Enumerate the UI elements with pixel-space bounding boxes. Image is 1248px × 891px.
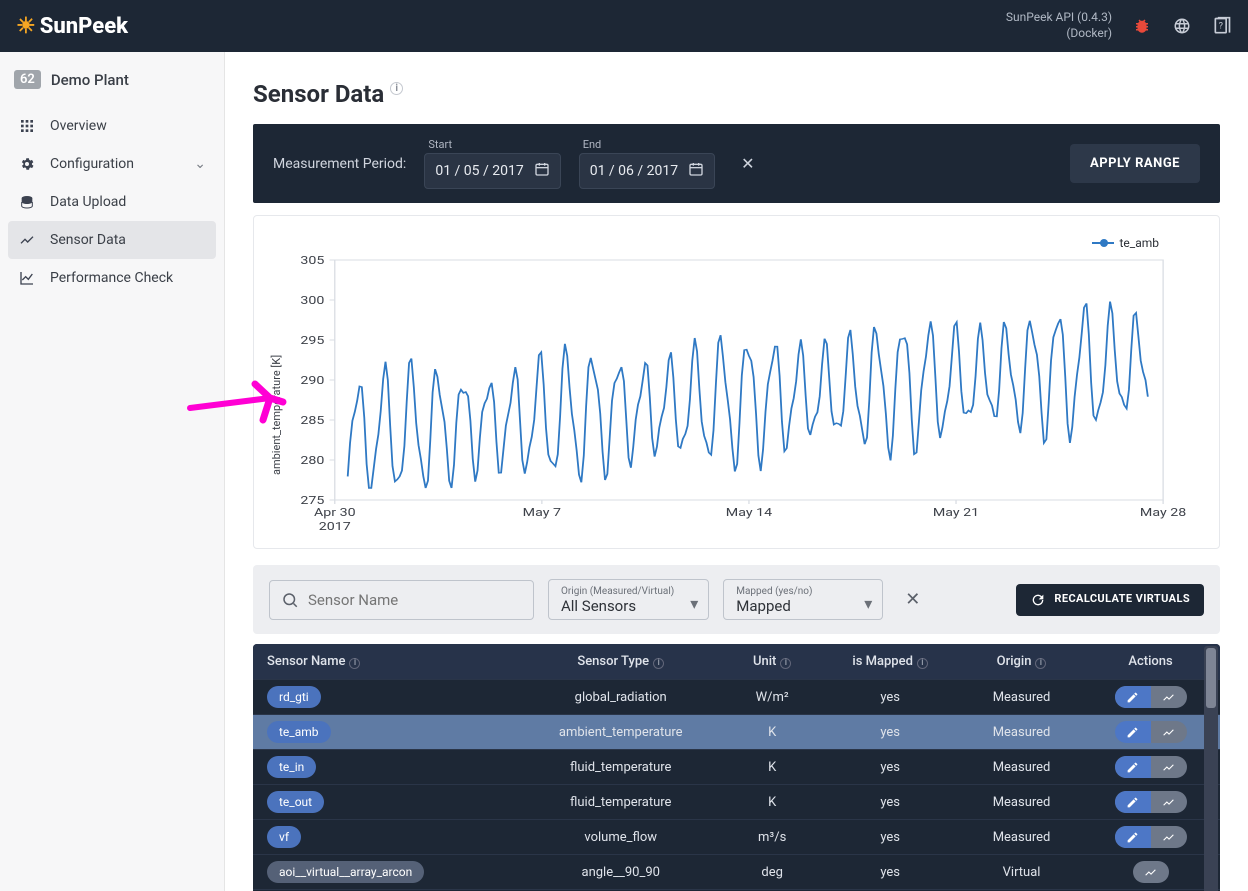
table-scrollbar[interactable] (1204, 646, 1218, 891)
calendar-icon (534, 161, 550, 181)
globe-icon[interactable] (1172, 16, 1192, 36)
chevron-down-icon: ⌄ (194, 156, 206, 172)
search-icon (281, 591, 299, 613)
table-row[interactable]: rd_gti global_radiationW/m² yesMeasured (253, 680, 1220, 715)
plant-header[interactable]: 62 Demo Plant (8, 62, 216, 107)
svg-text:May 14: May 14 (726, 506, 772, 519)
mapped-filter[interactable]: Mapped (yes/no) Mapped ▾ (723, 579, 883, 620)
svg-text:280: 280 (300, 454, 324, 467)
chart-plot[interactable]: 275280285290295300305 Apr 302017May 7May… (283, 250, 1189, 540)
sensor-chip: vf (267, 826, 301, 848)
edit-button[interactable] (1115, 826, 1151, 848)
table-row[interactable]: aoi__virtual__array_arcon angle__90_90de… (253, 855, 1220, 890)
svg-text:295: 295 (300, 334, 324, 347)
chevron-down-icon: ▾ (864, 594, 872, 613)
svg-text:?: ? (1219, 22, 1223, 32)
plot-button[interactable] (1151, 826, 1187, 848)
svg-text:Apr 30: Apr 30 (314, 506, 356, 519)
nav-performance-check[interactable]: Performance Check (8, 259, 216, 297)
search-input[interactable] (269, 580, 534, 620)
edit-button[interactable] (1115, 791, 1151, 813)
sun-icon: ☀ (16, 14, 36, 39)
help-icon[interactable]: ? (1212, 16, 1232, 36)
sidebar: 62 Demo Plant Overview Configuration ⌄ D… (0, 52, 225, 891)
svg-text:May 7: May 7 (523, 506, 561, 519)
analytics-icon (18, 269, 36, 287)
plot-button[interactable] (1151, 721, 1187, 743)
clear-filters-button[interactable]: ✕ (897, 585, 928, 614)
table-row[interactable]: vf volume_flowm³/s yesMeasured (253, 820, 1220, 855)
nav-overview[interactable]: Overview (8, 107, 216, 145)
y-axis-label: ambient_temperature [K] (266, 250, 283, 540)
table-row[interactable]: te_in fluid_temperatureK yesMeasured (253, 750, 1220, 785)
end-date-input[interactable]: 01 / 06 / 2017 (579, 153, 715, 189)
filter-bar: Origin (Measured/Virtual) All Sensors ▾ … (253, 565, 1220, 634)
plot-button[interactable] (1133, 861, 1169, 883)
svg-text:290: 290 (300, 374, 324, 387)
nav-data-upload[interactable]: Data Upload (8, 183, 216, 221)
table-row[interactable]: te_out fluid_temperatureK yesMeasured (253, 785, 1220, 820)
app-logo: ☀SunPeek (16, 14, 128, 39)
svg-text:285: 285 (300, 414, 324, 427)
edit-button[interactable] (1115, 756, 1151, 778)
svg-text:300: 300 (300, 294, 324, 307)
gear-icon (18, 155, 36, 173)
plot-button[interactable] (1151, 791, 1187, 813)
chart-line-icon (18, 231, 36, 249)
svg-text:May 28: May 28 (1140, 506, 1186, 519)
svg-text:2017: 2017 (319, 520, 351, 533)
bug-icon[interactable] (1132, 16, 1152, 36)
api-info: SunPeek API (0.4.3)(Docker) (1006, 10, 1112, 41)
top-bar: ☀SunPeek SunPeek API (0.4.3)(Docker) ? (0, 0, 1248, 52)
start-date-input[interactable]: 01 / 05 / 2017 (424, 153, 560, 189)
plant-id-badge: 62 (14, 70, 41, 89)
apply-range-button[interactable]: APPLY RANGE (1070, 144, 1200, 183)
chart-legend: te_amb (266, 236, 1189, 250)
plot-button[interactable] (1151, 756, 1187, 778)
sensor-chip: te_amb (267, 721, 331, 743)
sensor-chip: te_out (267, 791, 324, 813)
period-bar: Measurement Period: Start 01 / 05 / 2017… (253, 124, 1220, 203)
edit-button[interactable] (1115, 686, 1151, 708)
page-title: Sensor Data i (253, 80, 1220, 108)
stack-icon (18, 193, 36, 211)
svg-text:May 21: May 21 (933, 506, 979, 519)
main-content: Sensor Data i Measurement Period: Start … (225, 52, 1248, 891)
recalculate-button[interactable]: RECALCULATE VIRTUALS (1016, 584, 1204, 616)
info-icon[interactable]: i (390, 82, 403, 95)
chart-card: te_amb ambient_temperature [K] 275280285… (253, 215, 1220, 549)
clear-period-button[interactable]: ✕ (733, 146, 762, 181)
sensor-chip: aoi__virtual__array_arcon (267, 861, 424, 883)
sensor-table: Sensor Namei Sensor Typei Uniti is Mappe… (253, 644, 1220, 891)
table-row[interactable]: te_amb ambient_temperatureK yesMeasured (253, 715, 1220, 750)
svg-text:305: 305 (300, 254, 324, 267)
legend-swatch (1092, 242, 1114, 244)
calendar-icon (688, 161, 704, 181)
chevron-down-icon: ▾ (690, 594, 698, 613)
edit-button[interactable] (1115, 721, 1151, 743)
grid-icon (18, 117, 36, 135)
sensor-chip: rd_gti (267, 686, 321, 708)
refresh-icon (1030, 592, 1046, 608)
nav-sensor-data[interactable]: Sensor Data (8, 221, 216, 259)
sensor-chip: te_in (267, 756, 316, 778)
nav-configuration[interactable]: Configuration ⌄ (8, 145, 216, 183)
plot-button[interactable] (1151, 686, 1187, 708)
origin-filter[interactable]: Origin (Measured/Virtual) All Sensors ▾ (548, 579, 709, 620)
